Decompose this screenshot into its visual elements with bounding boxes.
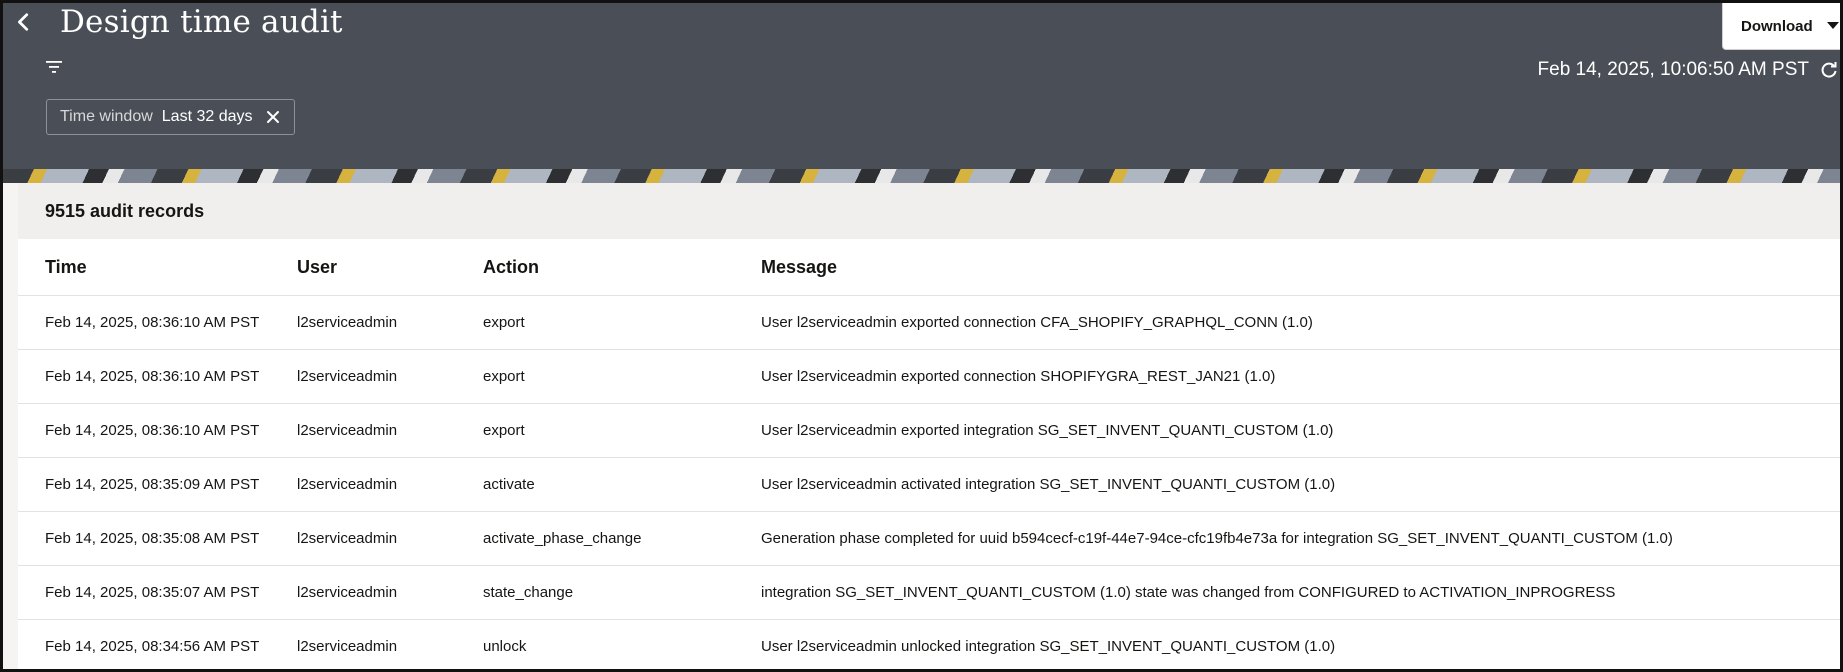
cell-message: User l2serviceadmin exported connection …: [761, 349, 1840, 404]
download-button[interactable]: Download: [1722, 3, 1840, 50]
chevron-left-icon: [18, 13, 29, 31]
app-frame: Design time audit Time window Last 32 da…: [0, 0, 1843, 672]
cell-action: state_change: [483, 565, 761, 620]
cell-action: export: [483, 403, 761, 458]
cell-time: Feb 14, 2025, 08:36:10 AM PST: [18, 403, 297, 458]
table-row[interactable]: Feb 14, 2025, 08:35:07 AM PST l2servicea…: [18, 565, 1840, 620]
page-title: Design time audit: [60, 4, 343, 40]
cell-time: Feb 14, 2025, 08:36:10 AM PST: [18, 295, 297, 350]
cell-time: Feb 14, 2025, 08:36:10 AM PST: [18, 349, 297, 404]
table-row[interactable]: Feb 14, 2025, 08:35:08 AM PST l2servicea…: [18, 511, 1840, 566]
cell-message: User l2serviceadmin exported connection …: [761, 295, 1840, 350]
cell-time: Feb 14, 2025, 08:35:09 AM PST: [18, 457, 297, 512]
cell-user: l2serviceadmin: [297, 403, 483, 458]
download-label: Download: [1741, 17, 1813, 35]
refresh-icon: [1821, 62, 1837, 78]
audit-table: Time User Action Message Feb 14, 2025, 0…: [18, 239, 1840, 669]
close-icon[interactable]: [266, 110, 280, 124]
column-header-user[interactable]: User: [297, 239, 483, 296]
cell-action: export: [483, 349, 761, 404]
page-header: Design time audit Time window Last 32 da…: [3, 3, 1840, 169]
cell-message: User l2serviceadmin unlocked integration…: [761, 619, 1840, 669]
table-row[interactable]: Feb 14, 2025, 08:34:56 AM PST l2servicea…: [18, 619, 1840, 669]
cell-time: Feb 14, 2025, 08:35:08 AM PST: [18, 511, 297, 566]
cell-action: activate: [483, 457, 761, 512]
table-row[interactable]: Feb 14, 2025, 08:35:09 AM PST l2servicea…: [18, 457, 1840, 512]
cell-action: export: [483, 295, 761, 350]
records-summary-bar: 9515 audit records: [18, 183, 1840, 239]
cell-message: integration SG_SET_INVENT_QUANTI_CUSTOM …: [761, 565, 1840, 620]
cell-time: Feb 14, 2025, 08:35:07 AM PST: [18, 565, 297, 620]
last-refreshed-timestamp: Feb 14, 2025, 10:06:50 AM PST: [1537, 59, 1809, 80]
cell-user: l2serviceadmin: [297, 349, 483, 404]
decorative-banner: [3, 169, 1840, 183]
cell-user: l2serviceadmin: [297, 295, 483, 350]
back-button[interactable]: [13, 11, 39, 37]
table-row[interactable]: Feb 14, 2025, 08:36:10 AM PST l2servicea…: [18, 403, 1840, 458]
time-window-filter-chip[interactable]: Time window Last 32 days: [46, 99, 295, 135]
cell-message: User l2serviceadmin exported integration…: [761, 403, 1840, 458]
cell-user: l2serviceadmin: [297, 565, 483, 620]
cell-message: Generation phase completed for uuid b594…: [761, 511, 1840, 566]
table-header-row: Time User Action Message: [18, 239, 1840, 296]
column-header-time[interactable]: Time: [18, 239, 297, 296]
chip-value: Last 32 days: [161, 108, 253, 125]
column-header-action[interactable]: Action: [483, 239, 761, 296]
table-row[interactable]: Feb 14, 2025, 08:36:10 AM PST l2servicea…: [18, 295, 1840, 350]
cell-message: User l2serviceadmin activated integratio…: [761, 457, 1840, 512]
records-count: 9515 audit records: [45, 200, 205, 221]
cell-user: l2serviceadmin: [297, 511, 483, 566]
filter-button[interactable]: [45, 59, 65, 75]
cell-action: activate_phase_change: [483, 511, 761, 566]
cell-action: unlock: [483, 619, 761, 669]
cell-user: l2serviceadmin: [297, 457, 483, 512]
refresh-button[interactable]: [1820, 61, 1838, 79]
chip-label: Time window: [60, 108, 153, 125]
audit-table-container: Time User Action Message Feb 14, 2025, 0…: [18, 239, 1840, 669]
filter-icon: [46, 61, 62, 73]
caret-down-icon: [1826, 22, 1839, 29]
cell-user: l2serviceadmin: [297, 619, 483, 669]
column-header-message[interactable]: Message: [761, 239, 1840, 296]
table-row[interactable]: Feb 14, 2025, 08:36:10 AM PST l2servicea…: [18, 349, 1840, 404]
cell-time: Feb 14, 2025, 08:34:56 AM PST: [18, 619, 297, 669]
